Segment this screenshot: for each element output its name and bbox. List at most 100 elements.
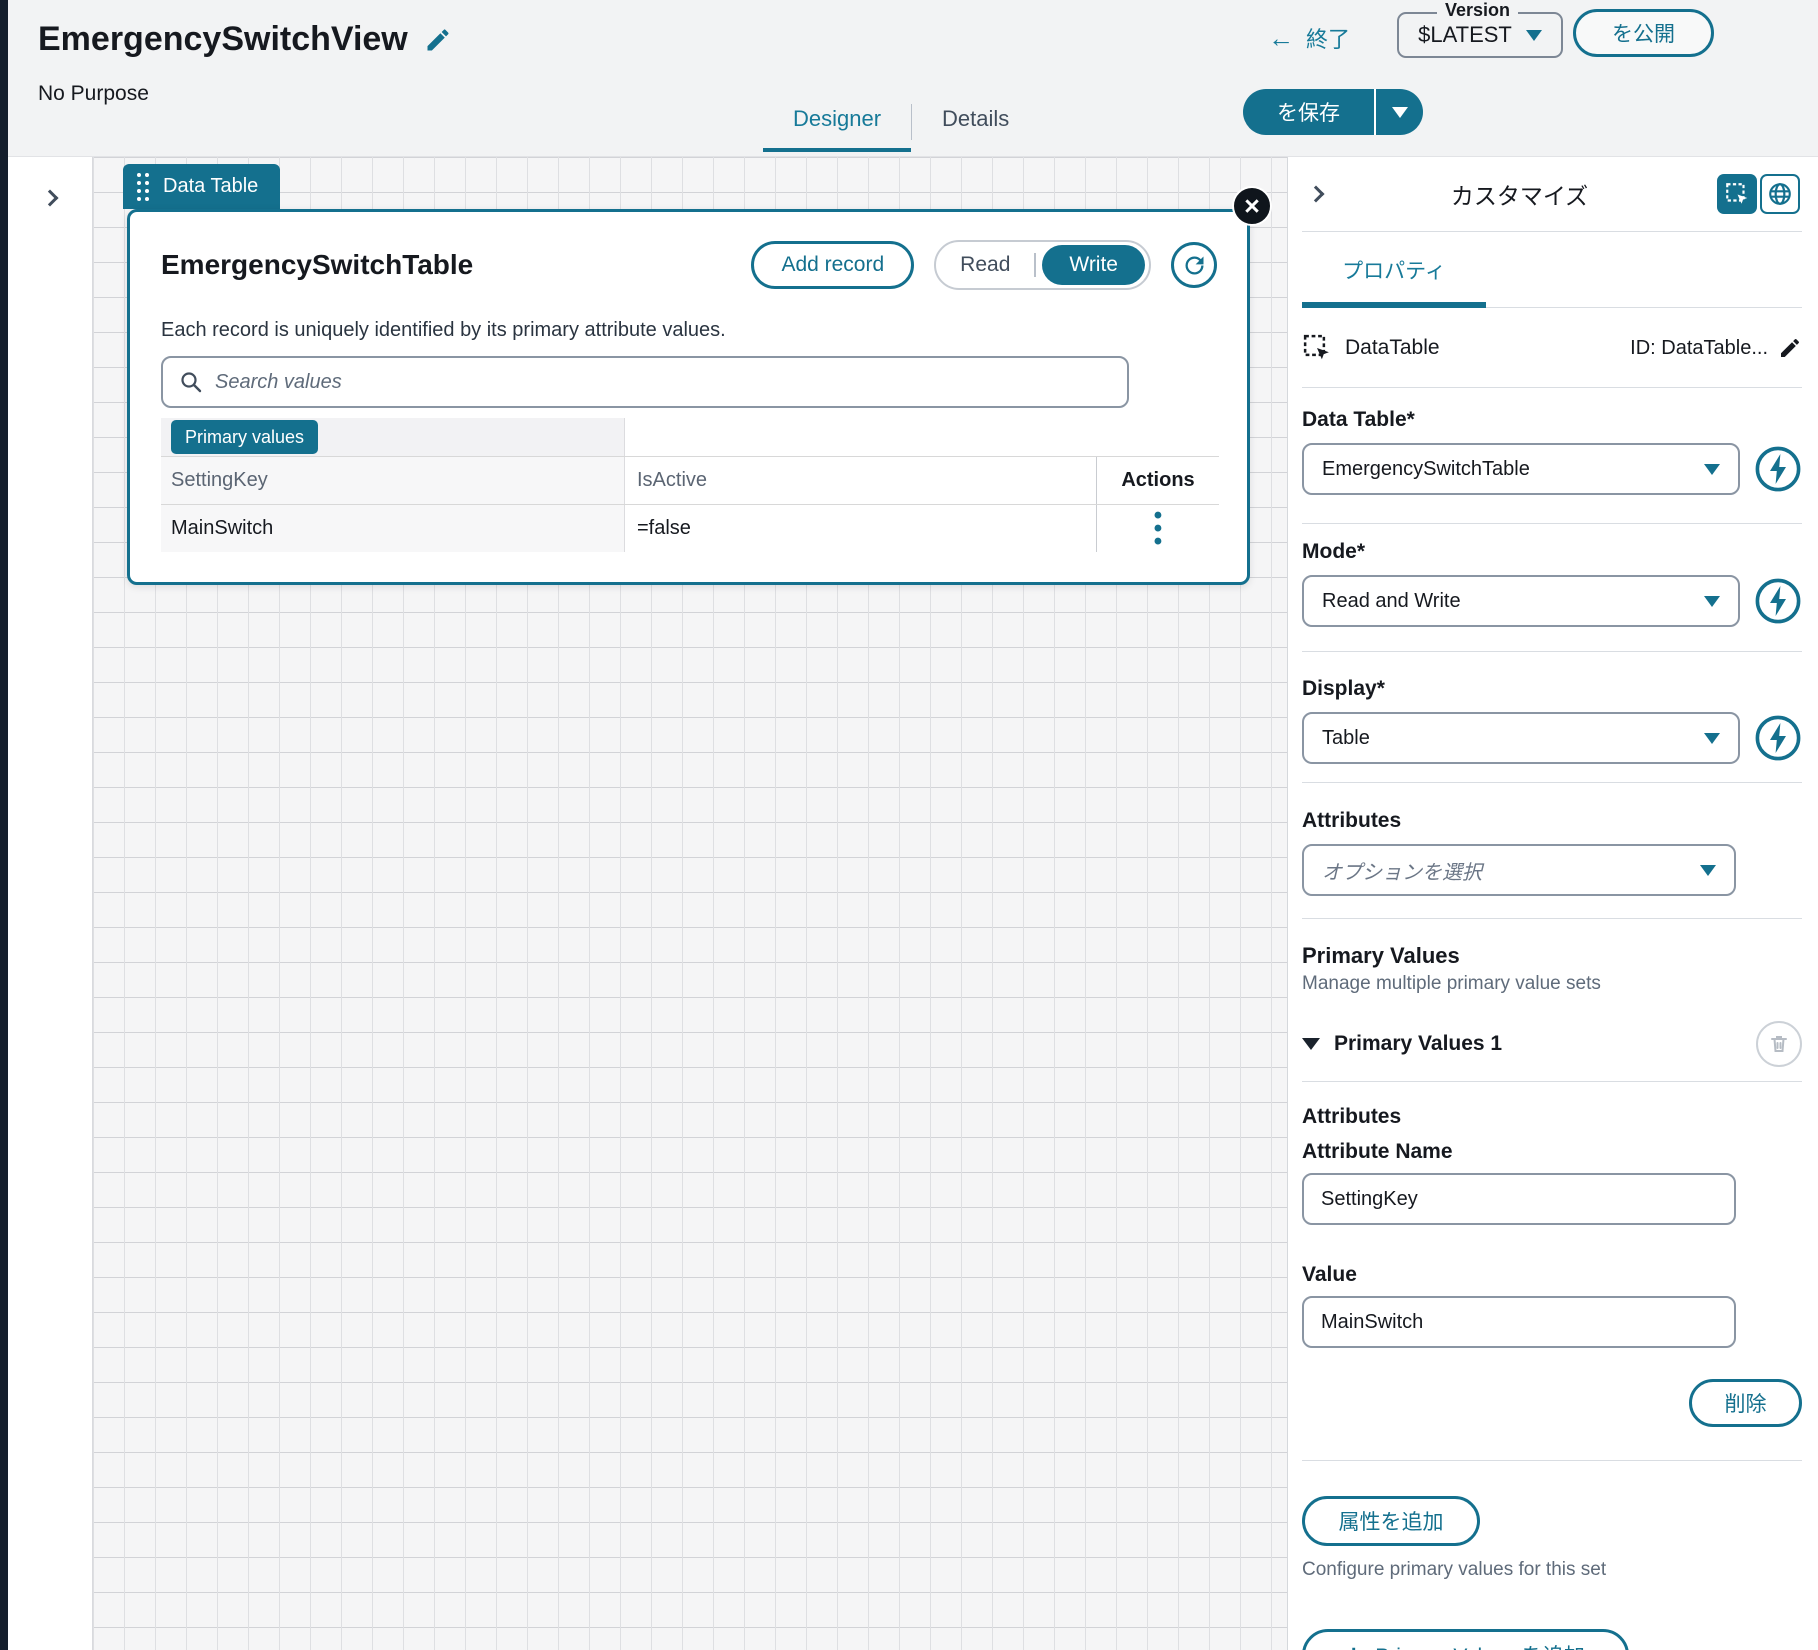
component-id: ID: DataTable... xyxy=(1630,336,1768,359)
data-table-card[interactable]: EmergencySwitchTable Add record Read Wri… xyxy=(127,209,1250,585)
chevron-down-icon xyxy=(1704,595,1720,607)
edit-title-icon[interactable] xyxy=(424,26,452,54)
primary-values-subtitle: Manage multiple primary value sets xyxy=(1302,973,1601,994)
attribute-name-label: Attribute Name xyxy=(1302,1140,1453,1163)
delete-attribute-button[interactable]: 削除 xyxy=(1689,1379,1802,1427)
cell-settingkey: MainSwitch xyxy=(161,505,625,552)
chevron-down-icon xyxy=(1525,29,1542,41)
value-label: Value xyxy=(1302,1263,1357,1286)
attributes-subsection-label: Attributes xyxy=(1302,1105,1402,1128)
tab-properties[interactable]: プロパティ xyxy=(1302,232,1486,308)
panel-header: カスタマイズ xyxy=(1302,157,1802,232)
dynamic-expression-button[interactable] xyxy=(1754,445,1802,493)
collapse-group-caret[interactable] xyxy=(1302,1038,1320,1050)
primary-values-band: Primary values xyxy=(161,418,1219,456)
value-input[interactable] xyxy=(1302,1296,1736,1348)
field-data-table: Data Table* EmergencySwitchTable xyxy=(1302,388,1802,524)
component-tag-label: Data Table xyxy=(163,175,259,197)
display-value: Table xyxy=(1322,726,1370,749)
column-header-actions: Actions xyxy=(1096,457,1219,504)
edit-id-icon[interactable] xyxy=(1778,336,1802,360)
add-attribute-section: 属性を追加 Configure primary values for this … xyxy=(1302,1496,1802,1650)
table-title: EmergencySwitchTable xyxy=(161,249,474,280)
refresh-icon xyxy=(1185,256,1203,274)
data-table-select[interactable]: EmergencySwitchTable xyxy=(1302,443,1740,495)
chevron-down-icon xyxy=(1391,106,1408,118)
read-toggle-option[interactable]: Read xyxy=(936,253,1034,277)
add-attribute-button[interactable]: 属性を追加 xyxy=(1302,1496,1480,1546)
configure-hint: Configure primary values for this set xyxy=(1302,1559,1607,1580)
column-header-isactive: IsActive xyxy=(637,469,708,491)
mode-label: Mode* xyxy=(1302,540,1365,563)
save-button[interactable]: を保存 xyxy=(1243,89,1374,135)
component-type: DataTable xyxy=(1345,336,1440,359)
table-header-row: SettingKey IsActive Actions xyxy=(161,456,1219,504)
back-arrow-icon: ← xyxy=(1268,22,1294,53)
chevron-down-icon xyxy=(1700,864,1716,876)
data-table-value: EmergencySwitchTable xyxy=(1322,457,1530,480)
primary-values-band-cell: Primary values xyxy=(161,418,625,456)
customize-panel: カスタマイズ プロパティ DataTable ID: DataTable... xyxy=(1287,157,1818,1650)
exit-link[interactable]: ← 終了 xyxy=(1268,22,1350,54)
field-mode: Mode* Read and Write xyxy=(1302,524,1802,652)
column-header-settingkey: SettingKey xyxy=(161,457,625,504)
tab-designer[interactable]: Designer xyxy=(763,98,912,152)
attribute-name-input[interactable] xyxy=(1302,1173,1736,1225)
component-tag-data-table[interactable]: Data Table xyxy=(123,164,281,209)
read-write-toggle: Read Write xyxy=(934,240,1151,290)
attributes-multiselect[interactable]: オプションを選択 xyxy=(1302,844,1736,896)
mode-select[interactable]: Read and Write xyxy=(1302,575,1740,627)
table-description: Each record is uniquely identified by it… xyxy=(161,319,726,341)
records-table: Primary values SettingKey IsActive Actio… xyxy=(161,418,1219,553)
globe-icon xyxy=(1769,183,1791,205)
selection-icon xyxy=(1726,183,1748,204)
cell-isactive: =false xyxy=(637,517,691,539)
select-mode-button[interactable] xyxy=(1717,174,1757,214)
attributes-label: Attributes xyxy=(1302,809,1402,832)
delete-group-button[interactable] xyxy=(1756,1021,1802,1067)
row-actions-menu-button[interactable]: • • • xyxy=(1154,503,1162,553)
chevron-down-icon xyxy=(1704,732,1720,744)
app-dark-rail xyxy=(0,0,8,1650)
table-row[interactable]: MainSwitch =false • • • xyxy=(161,503,1219,553)
component-identity-row: DataTable ID: DataTable... xyxy=(1302,308,1802,388)
toggle-separator xyxy=(1034,253,1037,277)
designer-details-tabs: Designer Details xyxy=(763,98,1039,152)
primary-values-group-label[interactable]: Primary Values 1 xyxy=(1334,1032,1756,1056)
publish-button[interactable]: を公開 xyxy=(1573,9,1714,57)
page-subtitle: No Purpose xyxy=(38,82,149,105)
drag-handle-icon[interactable] xyxy=(137,172,149,201)
data-table-label: Data Table* xyxy=(1302,408,1415,431)
component-selection-icon xyxy=(1303,334,1329,360)
add-record-button[interactable]: Add record xyxy=(751,241,915,289)
search-values-box xyxy=(161,356,1129,408)
save-options-button[interactable] xyxy=(1374,89,1423,135)
dynamic-expression-button[interactable] xyxy=(1754,714,1802,762)
primary-values-group-row: Primary Values 1 xyxy=(1302,1021,1802,1082)
chevron-down-icon xyxy=(1704,463,1720,475)
write-toggle-option[interactable]: Write xyxy=(1042,245,1145,285)
display-select[interactable]: Table xyxy=(1302,712,1740,764)
add-primary-values-button[interactable]: + Primary Values を追加 xyxy=(1302,1629,1629,1650)
add-primary-values-label: Primary Values を追加 xyxy=(1375,1640,1585,1650)
card-header-row: EmergencySwitchTable Add record Read Wri… xyxy=(161,239,1217,291)
version-label: Version xyxy=(1437,0,1519,21)
close-selection-button[interactable]: × xyxy=(1232,186,1272,226)
display-label: Display* xyxy=(1302,677,1385,700)
attribute-editor-section: Attributes Attribute Name Value 削除 xyxy=(1302,1082,1802,1461)
field-attributes: Attributes オプションを選択 xyxy=(1302,783,1802,919)
tab-details[interactable]: Details xyxy=(912,98,1039,152)
page-title-row: EmergencySwitchView xyxy=(38,20,452,59)
globe-button[interactable] xyxy=(1760,174,1800,214)
dynamic-expression-button[interactable] xyxy=(1754,577,1802,625)
exit-label: 終了 xyxy=(1306,27,1351,52)
mode-value: Read and Write xyxy=(1322,589,1461,612)
field-display: Display* Table xyxy=(1302,652,1802,783)
primary-values-section: Primary Values Manage multiple primary v… xyxy=(1302,919,1802,1082)
version-value: $LATEST xyxy=(1418,22,1512,47)
save-split-button: を保存 xyxy=(1243,89,1423,135)
refresh-button[interactable] xyxy=(1171,242,1217,288)
search-values-input[interactable] xyxy=(215,370,1111,394)
search-icon xyxy=(181,372,202,393)
plus-icon: + xyxy=(1346,1641,1361,1650)
